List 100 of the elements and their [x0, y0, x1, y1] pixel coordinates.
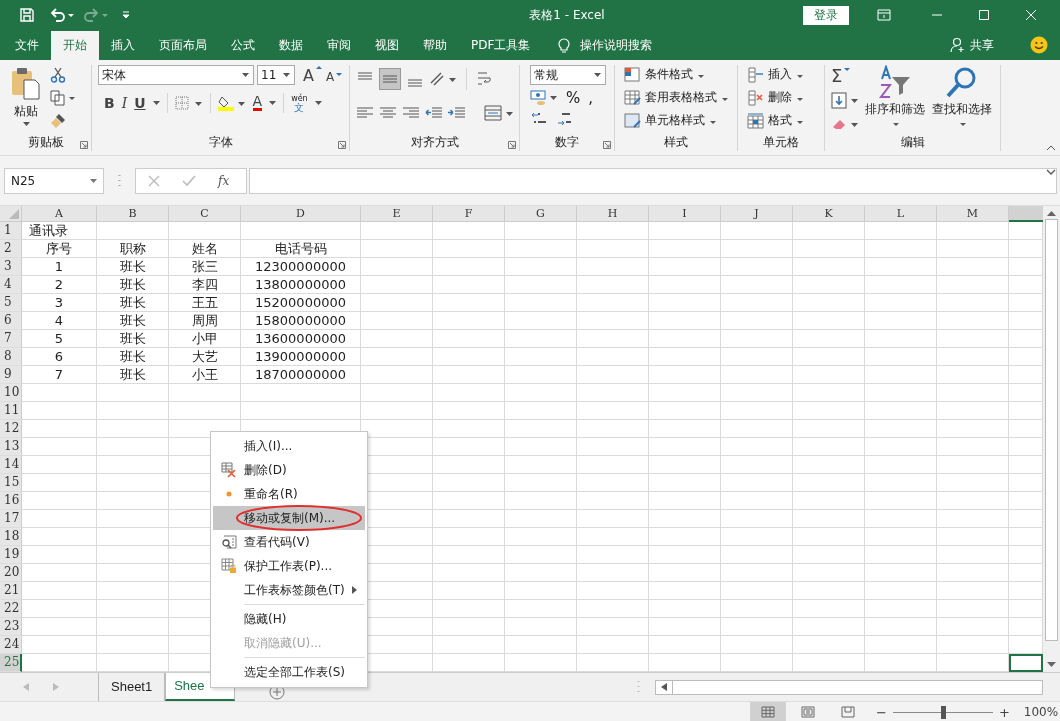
- row-header[interactable]: 9: [0, 366, 22, 384]
- cells-menu-button[interactable]: 插入: [747, 65, 818, 84]
- column-header[interactable]: E: [361, 206, 433, 222]
- font-size-field[interactable]: 11: [257, 65, 295, 85]
- row-header[interactable]: 23: [0, 618, 22, 636]
- row-header[interactable]: 22: [0, 600, 22, 618]
- ribbon-tab[interactable]: 审阅: [315, 30, 363, 60]
- comma-style-button[interactable]: ,: [588, 89, 594, 107]
- ribbon-tab[interactable]: 开始: [51, 31, 99, 60]
- autosum-button[interactable]: Σ: [831, 65, 859, 86]
- column-header[interactable]: B: [97, 206, 169, 222]
- ribbon-tab[interactable]: 数据: [267, 30, 315, 60]
- column-header[interactable]: L: [865, 206, 937, 222]
- style-menu-button[interactable]: 套用表格格式: [624, 88, 731, 107]
- column-header[interactable]: D: [241, 206, 361, 222]
- phonetic-guide-button[interactable]: wén 文: [291, 94, 308, 112]
- cells-menu-button[interactable]: 格式: [747, 111, 818, 130]
- ribbon-tab[interactable]: 文件: [3, 30, 51, 60]
- column-header[interactable]: G: [505, 206, 577, 222]
- row-header[interactable]: 5: [0, 294, 22, 312]
- row-header[interactable]: 2: [0, 240, 22, 258]
- percent-style-button[interactable]: %: [566, 89, 581, 107]
- italic-button[interactable]: I: [121, 95, 128, 111]
- column-header[interactable]: I: [649, 206, 721, 222]
- sign-in-button[interactable]: 登录: [803, 5, 849, 25]
- row-header[interactable]: 7: [0, 330, 22, 348]
- zoom-level[interactable]: 100%: [1023, 705, 1059, 719]
- column-header[interactable]: M: [937, 206, 1009, 222]
- table-cell: 13600000000: [241, 330, 361, 348]
- column-header[interactable]: A: [22, 206, 97, 222]
- row-header[interactable]: 11: [0, 402, 22, 420]
- column-header[interactable]: F: [433, 206, 505, 222]
- ribbon-tab[interactable]: 页面布局: [147, 30, 219, 60]
- find-select-button[interactable]: 查找和选择: [930, 65, 994, 133]
- style-menu-button[interactable]: 单元格样式: [624, 111, 731, 130]
- font-color-button[interactable]: A: [252, 95, 263, 111]
- number-format-field[interactable]: 常规: [530, 65, 606, 85]
- row-header[interactable]: 16: [0, 492, 22, 510]
- zoom-out-button[interactable]: −: [876, 704, 887, 720]
- paste-button[interactable]: 粘贴: [6, 65, 46, 133]
- column-header[interactable]: C: [169, 206, 241, 222]
- table-cell: 大艺: [169, 348, 241, 366]
- ribbon-tab[interactable]: 公式: [219, 30, 267, 60]
- font-name-field[interactable]: 宋体: [98, 65, 254, 85]
- row-header[interactable]: 20: [0, 564, 22, 582]
- sort-filter-button[interactable]: 排序和筛选: [863, 65, 927, 133]
- table-cell: 13900000000: [241, 348, 361, 366]
- table-cell: 职称: [97, 240, 169, 258]
- row-header[interactable]: 6: [0, 312, 22, 330]
- window-title: 表格1 - Excel: [528, 6, 605, 24]
- menu-item[interactable]: 插入(I)...: [213, 434, 365, 458]
- share-button[interactable]: 共享: [970, 36, 994, 54]
- table-cell: 姓名: [169, 240, 241, 258]
- row-header[interactable]: 25: [0, 654, 22, 672]
- menu-item[interactable]: 保护工作表(P)...: [213, 554, 365, 578]
- underline-button[interactable]: U: [134, 95, 146, 111]
- group-label: 对齐方式: [410, 133, 459, 151]
- ribbon-tab[interactable]: 帮助: [411, 30, 459, 60]
- name-box[interactable]: N25: [4, 167, 104, 194]
- table-cell: 李四: [169, 276, 241, 294]
- cells-menu-button[interactable]: 删除: [747, 88, 818, 107]
- row-header[interactable]: 18: [0, 528, 22, 546]
- menu-item[interactable]: 工作表标签颜色(T): [213, 578, 365, 602]
- menu-item[interactable]: 重命名(R): [213, 482, 365, 506]
- ribbon-tab[interactable]: 插入: [99, 30, 147, 60]
- zoom-in-button[interactable]: +: [998, 704, 1010, 720]
- row-header[interactable]: 13: [0, 438, 22, 456]
- row-header[interactable]: 10: [0, 384, 22, 402]
- menu-item[interactable]: 删除(D): [213, 458, 365, 482]
- row-header[interactable]: 14: [0, 456, 22, 474]
- tell-me-search[interactable]: 操作说明搜索: [580, 36, 653, 54]
- row-header[interactable]: 19: [0, 546, 22, 564]
- table-cell: 5: [22, 330, 97, 348]
- group-label: 数字: [555, 133, 579, 151]
- menu-item[interactable]: 查看代码(V): [213, 530, 365, 554]
- row-header[interactable]: 1: [0, 222, 22, 240]
- row-header[interactable]: 4: [0, 276, 22, 294]
- column-header[interactable]: K: [793, 206, 865, 222]
- bold-button[interactable]: B: [104, 95, 115, 111]
- row-header[interactable]: 24: [0, 636, 22, 654]
- table-cell: 周周: [169, 312, 241, 330]
- style-menu-button[interactable]: 条件格式: [624, 65, 731, 84]
- table-cell: 班长: [97, 366, 169, 384]
- insert-function-button[interactable]: fx: [218, 173, 230, 188]
- column-header[interactable]: J: [721, 206, 793, 222]
- increase-font-button[interactable]: A: [303, 65, 322, 85]
- menu-item[interactable]: 隐藏(H): [213, 607, 365, 631]
- row-header[interactable]: 8: [0, 348, 22, 366]
- ribbon-tab[interactable]: 视图: [363, 30, 411, 60]
- row-header[interactable]: 15: [0, 474, 22, 492]
- table-cell: 班长: [97, 330, 169, 348]
- row-header[interactable]: 12: [0, 420, 22, 438]
- menu-item[interactable]: 移动或复制(M)...: [213, 506, 365, 530]
- group-label: 单元格: [763, 133, 799, 151]
- row-header[interactable]: 17: [0, 510, 22, 528]
- decrease-font-button[interactable]: A: [325, 70, 343, 84]
- row-header[interactable]: 3: [0, 258, 22, 276]
- ribbon-tab[interactable]: PDF工具集: [459, 30, 543, 60]
- row-header[interactable]: 21: [0, 582, 22, 600]
- column-header[interactable]: H: [577, 206, 649, 222]
